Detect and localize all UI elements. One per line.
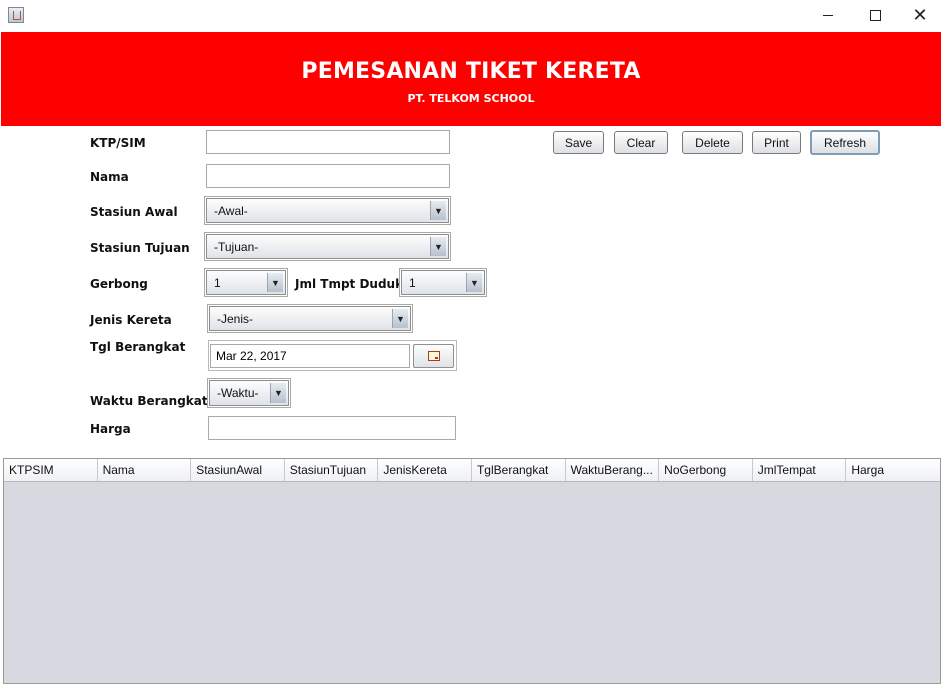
column-header[interactable]: Harga: [846, 459, 940, 481]
nama-input[interactable]: [206, 164, 450, 188]
ticket-table[interactable]: KTPSIM Nama StasiunAwal StasiunTujuan Je…: [3, 458, 941, 684]
stasiun-awal-value: -Awal-: [214, 203, 248, 218]
table-header: KTPSIM Nama StasiunAwal StasiunTujuan Je…: [4, 459, 940, 482]
calendar-icon: [427, 351, 440, 361]
stasiun-tujuan-label: Stasiun Tujuan: [90, 241, 190, 255]
chevron-down-icon[interactable]: ▼: [267, 273, 283, 292]
stasiun-awal-label: Stasiun Awal: [90, 205, 178, 219]
close-icon: ✕: [912, 4, 928, 26]
waktu-value: -Waktu-: [217, 386, 259, 400]
column-header[interactable]: WaktuBerang...: [566, 459, 660, 481]
calendar-button[interactable]: [413, 344, 454, 368]
chevron-down-icon[interactable]: ▼: [466, 273, 482, 292]
java-app-icon: [8, 7, 24, 23]
maximize-icon: [869, 10, 881, 21]
column-header[interactable]: JmlTempat: [753, 459, 847, 481]
column-header[interactable]: NoGerbong: [659, 459, 753, 481]
chevron-down-icon[interactable]: ▼: [430, 237, 446, 256]
tgl-berangkat-input[interactable]: Mar 22, 2017: [210, 344, 410, 368]
jenis-kereta-label: Jenis Kereta: [90, 313, 172, 327]
page-title: PEMESANAN TIKET KERETA: [301, 59, 641, 84]
harga-input[interactable]: [208, 416, 456, 440]
stasiun-tujuan-select[interactable]: -Tujuan- ▼: [206, 234, 449, 259]
jenis-kereta-select[interactable]: -Jenis- ▼: [209, 306, 411, 331]
jenis-kereta-value: -Jenis-: [217, 311, 254, 326]
column-header[interactable]: KTPSIM: [4, 459, 98, 481]
waktu-berangkat-label: Waktu Berangkat: [90, 394, 208, 408]
column-header[interactable]: TglBerangkat: [472, 459, 566, 481]
chevron-down-icon[interactable]: ▼: [270, 383, 286, 403]
clear-button[interactable]: Clear: [614, 131, 668, 154]
chevron-down-icon[interactable]: ▼: [430, 201, 446, 220]
maximize-button[interactable]: [852, 0, 898, 31]
column-header[interactable]: StasiunTujuan: [285, 459, 379, 481]
stasiun-awal-select[interactable]: -Awal- ▼: [206, 198, 449, 223]
minimize-button[interactable]: [805, 0, 851, 31]
jml-tempat-select[interactable]: 1 ▼: [401, 270, 485, 295]
waktu-select[interactable]: -Waktu- ▼: [209, 380, 289, 406]
chevron-down-icon[interactable]: ▼: [392, 309, 408, 328]
minimize-icon: [823, 15, 833, 16]
close-button[interactable]: ✕: [897, 0, 943, 31]
gerbong-label: Gerbong: [90, 277, 148, 291]
gerbong-value: 1: [214, 275, 221, 290]
delete-button[interactable]: Delete: [682, 131, 743, 154]
nama-label: Nama: [90, 170, 129, 184]
harga-label: Harga: [90, 422, 131, 436]
ktp-label: KTP/SIM: [90, 136, 146, 150]
column-header[interactable]: Nama: [98, 459, 192, 481]
ktp-input[interactable]: [206, 130, 450, 154]
title-bar: ✕: [0, 0, 943, 31]
stasiun-tujuan-value: -Tujuan-: [214, 239, 259, 254]
header-banner: PEMESANAN TIKET KERETA PT. TELKOM SCHOOL: [1, 32, 941, 126]
tgl-berangkat-label: Tgl Berangkat: [90, 340, 186, 354]
column-header[interactable]: StasiunAwal: [191, 459, 285, 481]
jml-tempat-label: Jml Tmpt Duduk: [295, 277, 404, 291]
jml-tempat-value: 1: [409, 275, 416, 290]
page-subtitle: PT. TELKOM SCHOOL: [407, 92, 535, 105]
gerbong-select[interactable]: 1 ▼: [206, 270, 286, 295]
refresh-button[interactable]: Refresh: [810, 130, 880, 155]
save-button[interactable]: Save: [553, 131, 604, 154]
print-button[interactable]: Print: [752, 131, 801, 154]
column-header[interactable]: JenisKereta: [378, 459, 472, 481]
